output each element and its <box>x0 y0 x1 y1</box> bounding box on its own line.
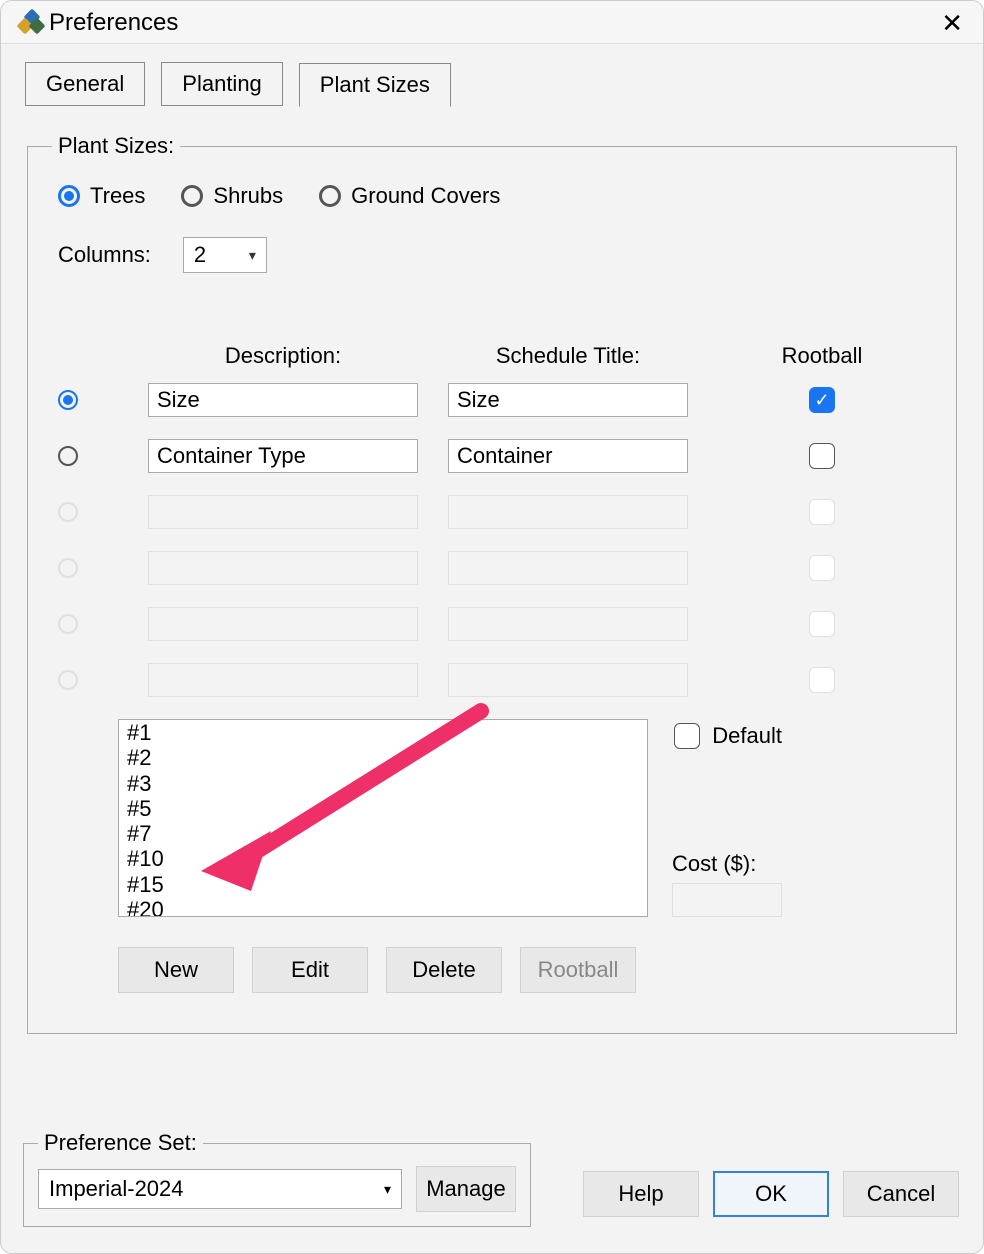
description-field <box>148 495 418 529</box>
plant-sizes-legend: Plant Sizes: <box>52 133 180 159</box>
columns-select[interactable]: 2 ▾ <box>183 237 267 273</box>
radio-label: Trees <box>90 183 145 209</box>
titlebar: Preferences ✕ <box>1 1 983 44</box>
default-checkbox[interactable] <box>674 723 700 749</box>
description-field[interactable] <box>148 383 418 417</box>
tab-planting[interactable]: Planting <box>161 62 283 106</box>
header-schedule-title: Schedule Title: <box>448 343 688 369</box>
radio-label: Ground Covers <box>351 183 500 209</box>
radio-icon <box>58 446 78 466</box>
radio-icon <box>58 670 78 690</box>
preference-set-value: Imperial-2024 <box>49 1176 184 1202</box>
cost-field <box>672 883 782 917</box>
schedule-field <box>448 551 688 585</box>
radio-label: Shrubs <box>213 183 283 209</box>
preference-set-legend: Preference Set: <box>38 1130 203 1156</box>
list-item[interactable]: #5 <box>119 796 647 821</box>
schedule-field[interactable] <box>448 439 688 473</box>
preference-set-group: Preference Set: Imperial-2024 ▾ Manage <box>23 1143 531 1227</box>
columns-grid: Description: Schedule Title: Rootball ✓ <box>58 343 926 697</box>
columns-value: 2 <box>194 242 206 268</box>
default-label: Default <box>712 723 782 749</box>
sizes-listbox[interactable]: #1 #2 #3 #5 #7 #10 #15 #20 <box>118 719 648 917</box>
tabs: General Planting Plant Sizes <box>1 44 983 106</box>
radio-icon <box>58 558 78 578</box>
row-radio <box>58 502 118 522</box>
radio-icon <box>58 502 78 522</box>
window-title: Preferences <box>49 9 178 37</box>
column-row <box>58 495 926 529</box>
rootball-checkbox <box>809 555 835 581</box>
list-item[interactable]: #2 <box>119 745 647 770</box>
description-field[interactable] <box>148 439 418 473</box>
delete-button[interactable]: Delete <box>386 947 502 993</box>
row-radio <box>58 558 118 578</box>
column-row <box>58 551 926 585</box>
manage-button[interactable]: Manage <box>416 1166 516 1212</box>
radio-icon <box>181 185 203 207</box>
check-icon: ✓ <box>814 391 829 409</box>
radio-ground-covers[interactable]: Ground Covers <box>319 183 500 209</box>
radio-icon <box>319 185 341 207</box>
row-radio <box>58 670 118 690</box>
row-radio[interactable] <box>58 390 118 410</box>
chevron-down-icon: ▾ <box>249 247 256 264</box>
list-item[interactable]: #15 <box>119 872 647 897</box>
rootball-checkbox[interactable]: ✓ <box>809 387 835 413</box>
list-item[interactable]: #7 <box>119 821 647 846</box>
app-icon <box>17 11 41 35</box>
row-radio[interactable] <box>58 446 118 466</box>
preferences-dialog: Preferences ✕ General Planting Plant Siz… <box>0 0 984 1254</box>
ok-button[interactable]: OK <box>713 1171 829 1217</box>
tab-plant-sizes[interactable]: Plant Sizes <box>299 63 451 107</box>
schedule-field <box>448 495 688 529</box>
help-button[interactable]: Help <box>583 1171 699 1217</box>
list-item[interactable]: #1 <box>119 720 647 745</box>
schedule-field <box>448 663 688 697</box>
radio-icon <box>58 614 78 634</box>
cancel-button[interactable]: Cancel <box>843 1171 959 1217</box>
cost-label: Cost ($): <box>672 851 782 877</box>
close-icon[interactable]: ✕ <box>937 10 967 36</box>
tab-general[interactable]: General <box>25 62 145 106</box>
columns-label: Columns: <box>58 242 151 268</box>
rootball-checkbox[interactable] <box>809 443 835 469</box>
list-item[interactable]: #20 <box>119 897 647 917</box>
description-field <box>148 663 418 697</box>
description-field <box>148 607 418 641</box>
header-rootball: Rootball <box>718 343 926 369</box>
schedule-field[interactable] <box>448 383 688 417</box>
list-item[interactable]: #3 <box>119 771 647 796</box>
rootball-checkbox <box>809 667 835 693</box>
schedule-field <box>448 607 688 641</box>
radio-icon <box>58 390 78 410</box>
radio-trees[interactable]: Trees <box>58 183 145 209</box>
preference-set-select[interactable]: Imperial-2024 ▾ <box>38 1169 402 1209</box>
row-radio <box>58 614 118 634</box>
column-row: ✓ <box>58 383 926 417</box>
column-row <box>58 607 926 641</box>
edit-button[interactable]: Edit <box>252 947 368 993</box>
radio-shrubs[interactable]: Shrubs <box>181 183 283 209</box>
column-row <box>58 663 926 697</box>
rootball-button[interactable]: Rootball <box>520 947 636 993</box>
rootball-checkbox <box>809 499 835 525</box>
rootball-checkbox <box>809 611 835 637</box>
plant-sizes-group: Plant Sizes: Trees Shrubs Ground Covers … <box>27 146 957 1034</box>
radio-icon <box>58 185 80 207</box>
description-field <box>148 551 418 585</box>
column-row <box>58 439 926 473</box>
header-description: Description: <box>148 343 418 369</box>
new-button[interactable]: New <box>118 947 234 993</box>
list-item[interactable]: #10 <box>119 846 647 871</box>
chevron-down-icon: ▾ <box>384 1181 391 1198</box>
